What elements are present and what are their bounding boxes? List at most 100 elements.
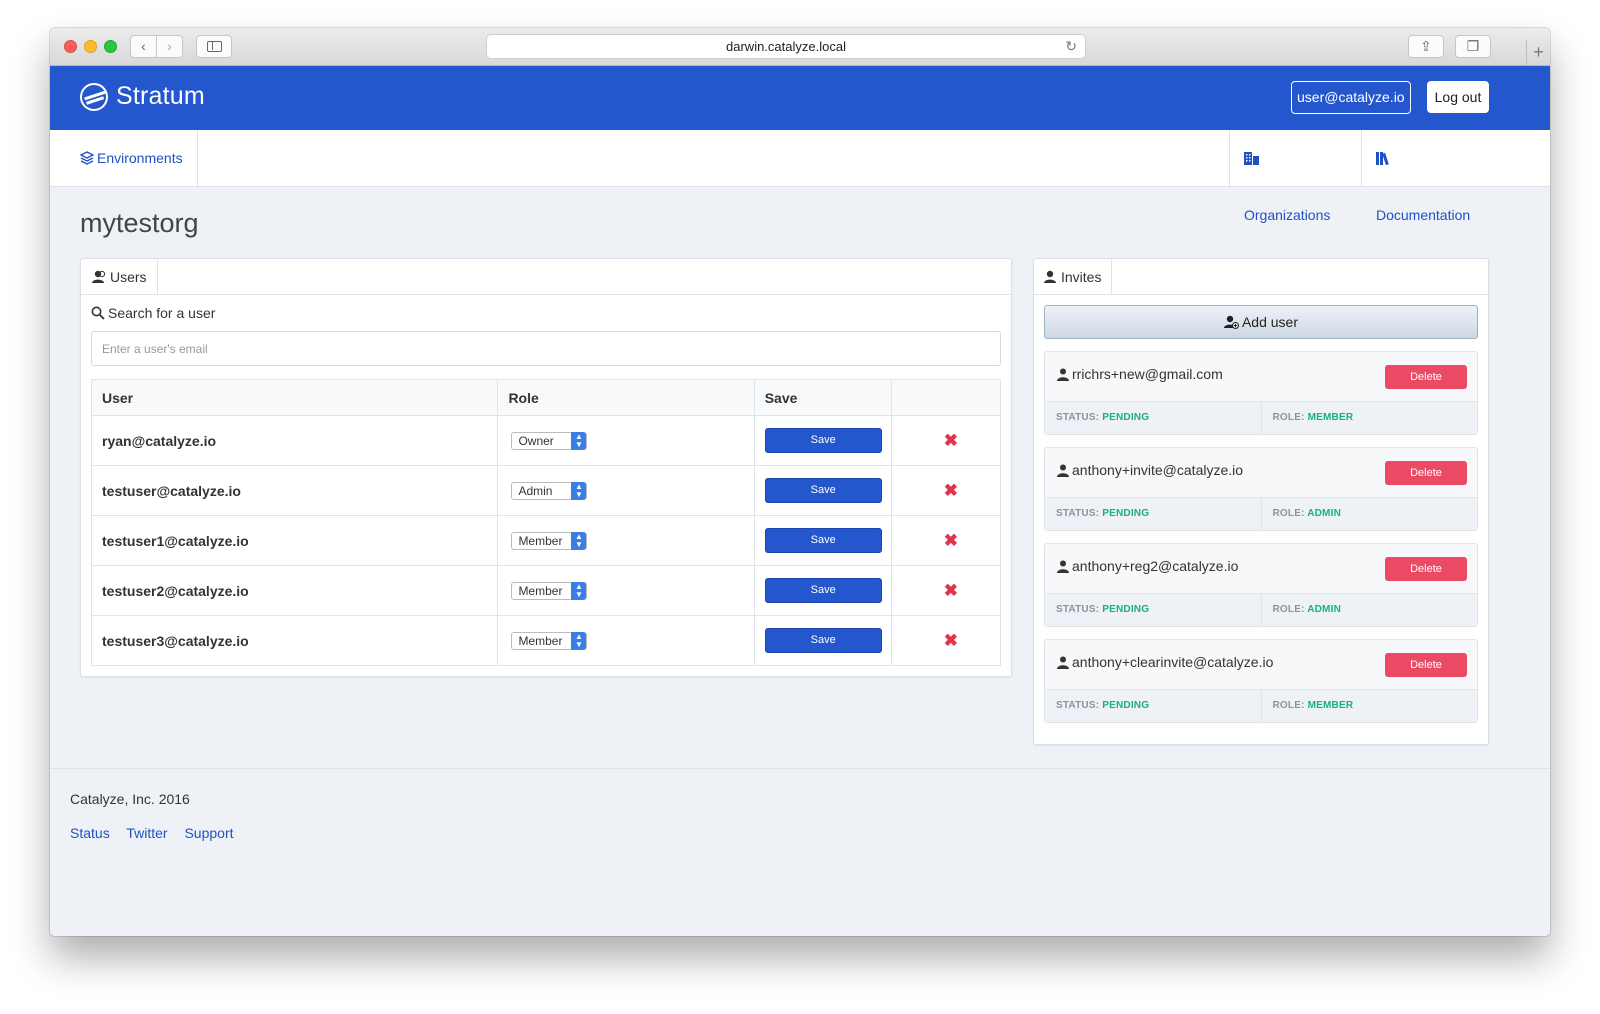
invite-role: ROLE: ADMIN <box>1262 594 1478 626</box>
layers-icon <box>80 151 94 165</box>
footer-link-support[interactable]: Support <box>184 825 233 841</box>
column-header-role: Role <box>497 379 755 416</box>
minimize-window-button[interactable] <box>84 40 97 53</box>
role-select[interactable]: Member ▲ ▼ <box>511 631 588 650</box>
add-user-label: Add user <box>1241 314 1299 330</box>
invite-role: ROLE: MEMBER <box>1262 690 1478 722</box>
brand-link[interactable]: Stratum <box>80 82 205 111</box>
add-user-button[interactable]: Add user <box>1044 305 1478 339</box>
save-button[interactable]: Save <box>764 478 882 503</box>
role-cell: Member ▲ ▼ <box>497 565 755 616</box>
invite-card: anthony+reg2@catalyze.io Delete STATUS: … <box>1044 543 1478 627</box>
zoom-window-button[interactable] <box>104 40 117 53</box>
page-title: mytestorg <box>80 208 199 238</box>
save-cell: Save <box>753 515 892 566</box>
back-button[interactable]: ‹ <box>130 35 157 58</box>
show-tabs-button[interactable]: ❐ <box>1455 35 1491 58</box>
role-cell: Owner ▲ ▼ <box>497 415 755 466</box>
save-button[interactable]: Save <box>764 528 882 553</box>
status-value: PENDING <box>1102 604 1150 615</box>
role-prefix: ROLE: <box>1272 412 1305 423</box>
role-cell: Member ▲ ▼ <box>497 515 755 566</box>
reload-icon[interactable]: ↻ <box>1065 35 1077 58</box>
person-icon <box>1057 656 1069 669</box>
nav-environments-label: Environments <box>97 150 183 166</box>
invites-panel-tabs: Invites <box>1034 259 1488 295</box>
remove-user-icon[interactable]: ✖ <box>944 531 958 550</box>
save-button[interactable]: Save <box>764 628 882 653</box>
chevron-right-icon: › <box>167 38 172 54</box>
stratum-logo-icon <box>80 82 108 111</box>
tab-users[interactable]: Users <box>81 259 158 295</box>
forward-button[interactable]: › <box>156 35 183 58</box>
invite-card: anthony+clearinvite@catalyze.io Delete S… <box>1044 639 1478 723</box>
role-select[interactable]: Owner ▲ ▼ <box>511 431 588 450</box>
invite-status: STATUS: PENDING <box>1045 402 1262 434</box>
column-header-delete <box>890 379 1002 416</box>
role-select[interactable]: Admin ▲ ▼ <box>511 481 588 500</box>
invite-card: rrichrs+new@gmail.com Delete STATUS: PEN… <box>1044 351 1478 435</box>
role-select-value: Member <box>518 583 563 598</box>
delete-invite-button[interactable]: Delete <box>1385 461 1467 485</box>
delete-invite-button[interactable]: Delete <box>1385 653 1467 677</box>
column-header-user: User <box>90 379 499 416</box>
users-table: User Role Save ryan@catalyze.io Owner ▲ ▼ … <box>90 379 1002 666</box>
save-button[interactable]: Save <box>764 578 882 603</box>
delete-cell: ✖ <box>890 415 1002 466</box>
user-email: ryan@catalyze.io <box>90 415 499 466</box>
role-cell: Member ▲ ▼ <box>497 615 755 666</box>
nav-organizations[interactable]: Organizations <box>1229 130 1361 223</box>
remove-user-icon[interactable]: ✖ <box>944 631 958 650</box>
save-button[interactable]: Save <box>764 428 882 453</box>
role-prefix: ROLE: <box>1272 604 1305 615</box>
remove-user-icon[interactable]: ✖ <box>944 431 958 450</box>
close-window-button[interactable] <box>64 40 77 53</box>
invites-panel: Invites Add user rrichrs+new@gmail.com D… <box>1033 258 1489 745</box>
select-arrows-icon: ▲ ▼ <box>571 531 587 550</box>
brand-name: Stratum <box>116 82 205 110</box>
invite-status: STATUS: PENDING <box>1045 594 1262 626</box>
remove-user-icon[interactable]: ✖ <box>944 581 958 600</box>
footer-link-twitter[interactable]: Twitter <box>126 825 167 841</box>
save-cell: Save <box>753 615 892 666</box>
new-tab-button[interactable]: + <box>1526 40 1550 66</box>
address-bar[interactable]: darwin.catalyze.local ↻ <box>486 34 1086 59</box>
logout-button[interactable]: Log out <box>1427 81 1489 113</box>
books-icon <box>1376 152 1389 165</box>
user-search-input[interactable] <box>91 331 1001 366</box>
browser-window: ‹ › darwin.catalyze.local ↻ ⇪ ❐ + Stratu… <box>50 28 1550 936</box>
save-cell: Save <box>753 465 892 516</box>
delete-invite-button[interactable]: Delete <box>1385 557 1467 581</box>
sidebar-toggle-button[interactable] <box>196 35 232 58</box>
table-row: ryan@catalyze.io Owner ▲ ▼ Save ✖ <box>90 415 1002 466</box>
role-select-value: Member <box>518 633 563 648</box>
role-select[interactable]: Member ▲ ▼ <box>511 531 588 550</box>
nav-environments[interactable]: Environments <box>66 130 198 187</box>
select-arrows-icon: ▲ ▼ <box>571 631 587 650</box>
building-icon <box>1244 152 1259 165</box>
nav-documentation-label: Documentation <box>1376 207 1471 223</box>
user-email-button[interactable]: user@catalyze.io <box>1291 81 1411 114</box>
remove-user-icon[interactable]: ✖ <box>944 481 958 500</box>
table-row: testuser2@catalyze.io Member ▲ ▼ Save ✖ <box>90 565 1002 616</box>
role-select[interactable]: Member ▲ ▼ <box>511 581 588 600</box>
nav-documentation[interactable]: Documentation <box>1361 130 1500 223</box>
invite-email-text: anthony+clearinvite@catalyze.io <box>1072 654 1274 670</box>
users-panel-tabs: Users <box>81 259 1011 295</box>
users-icon <box>92 270 106 283</box>
invite-role: ROLE: MEMBER <box>1262 402 1478 434</box>
page-footer: Catalyze, Inc. 2016 Status Twitter Suppo… <box>50 768 1550 936</box>
invite-email: anthony+invite@catalyze.io <box>1057 462 1243 478</box>
delete-invite-button[interactable]: Delete <box>1385 365 1467 389</box>
status-prefix: STATUS: <box>1056 700 1100 711</box>
footer-link-status[interactable]: Status <box>70 825 110 841</box>
tab-invites[interactable]: Invites <box>1034 259 1113 295</box>
status-prefix: STATUS: <box>1056 508 1100 519</box>
table-row: testuser1@catalyze.io Member ▲ ▼ Save ✖ <box>90 515 1002 566</box>
role-select-value: Member <box>518 533 563 548</box>
share-button[interactable]: ⇪ <box>1408 35 1444 58</box>
invite-status: STATUS: PENDING <box>1045 690 1262 722</box>
invite-card: anthony+invite@catalyze.io Delete STATUS… <box>1044 447 1478 531</box>
users-panel: Users Search for a user User Role Save r… <box>80 258 1012 677</box>
delete-cell: ✖ <box>890 565 1002 616</box>
